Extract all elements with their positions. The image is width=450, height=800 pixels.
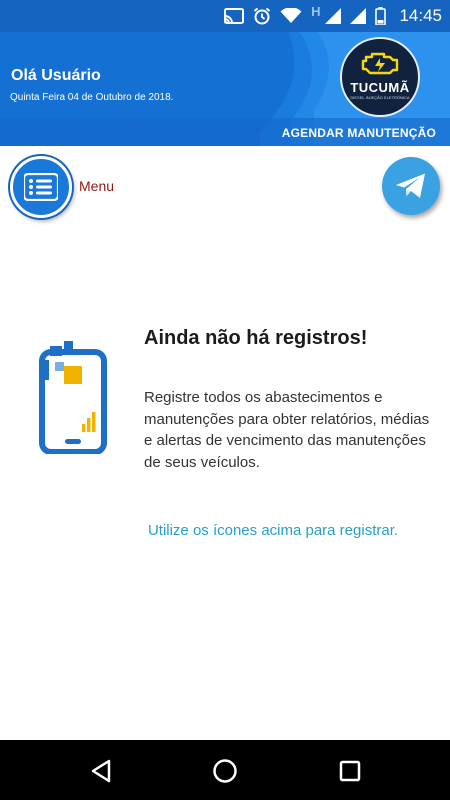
engine-icon (361, 52, 399, 75)
back-button[interactable] (86, 756, 116, 786)
recents-icon (339, 760, 361, 782)
signal-icon (350, 8, 367, 24)
home-button[interactable] (210, 756, 240, 786)
brand-logo: TUCUMÃ DIESEL INJEÇÃO ELETRÔNICA (340, 37, 420, 117)
wifi-icon (280, 8, 302, 24)
back-icon (91, 759, 111, 783)
home-icon (213, 759, 237, 783)
empty-state-hint: Utilize os ícones acima para registrar. (147, 522, 399, 539)
date-text: Quinta Feira 04 de Outubro de 2018. (10, 92, 174, 103)
empty-state-title: Ainda não há registros! (144, 327, 368, 349)
status-time: 14:45 (399, 6, 442, 25)
recents-button[interactable] (335, 756, 365, 786)
status-bar: H 14:45 (0, 0, 450, 32)
greeting-text: Olá Usuário (11, 67, 101, 84)
menu-button[interactable] (10, 156, 72, 218)
schedule-maintenance-button[interactable]: AGENDAR MANUTENÇÃO (282, 126, 436, 140)
empty-state-description: Registre todos os abastecimentos e manut… (144, 389, 430, 471)
signal-icon (325, 8, 342, 24)
system-navigation-bar (0, 740, 450, 800)
battery-icon (375, 7, 387, 25)
send-button[interactable] (382, 157, 440, 215)
logo-name: TUCUMÃ (350, 80, 410, 95)
screen: H 14:45 Olá Usuário Quinta Feira 04 de O… (0, 0, 450, 800)
phone-illustration (39, 341, 107, 454)
status-icons: H 14:45 (224, 0, 442, 32)
network-type-label: H (311, 3, 321, 19)
cast-icon (224, 8, 245, 24)
menu-label[interactable]: Menu (79, 178, 114, 194)
alarm-icon (253, 7, 271, 25)
app-header: Olá Usuário Quinta Feira 04 de Outubro d… (0, 32, 450, 146)
telegram-icon (396, 173, 425, 198)
list-icon (24, 173, 58, 201)
logo-tagline: DIESEL INJEÇÃO ELETRÔNICA (350, 95, 410, 100)
